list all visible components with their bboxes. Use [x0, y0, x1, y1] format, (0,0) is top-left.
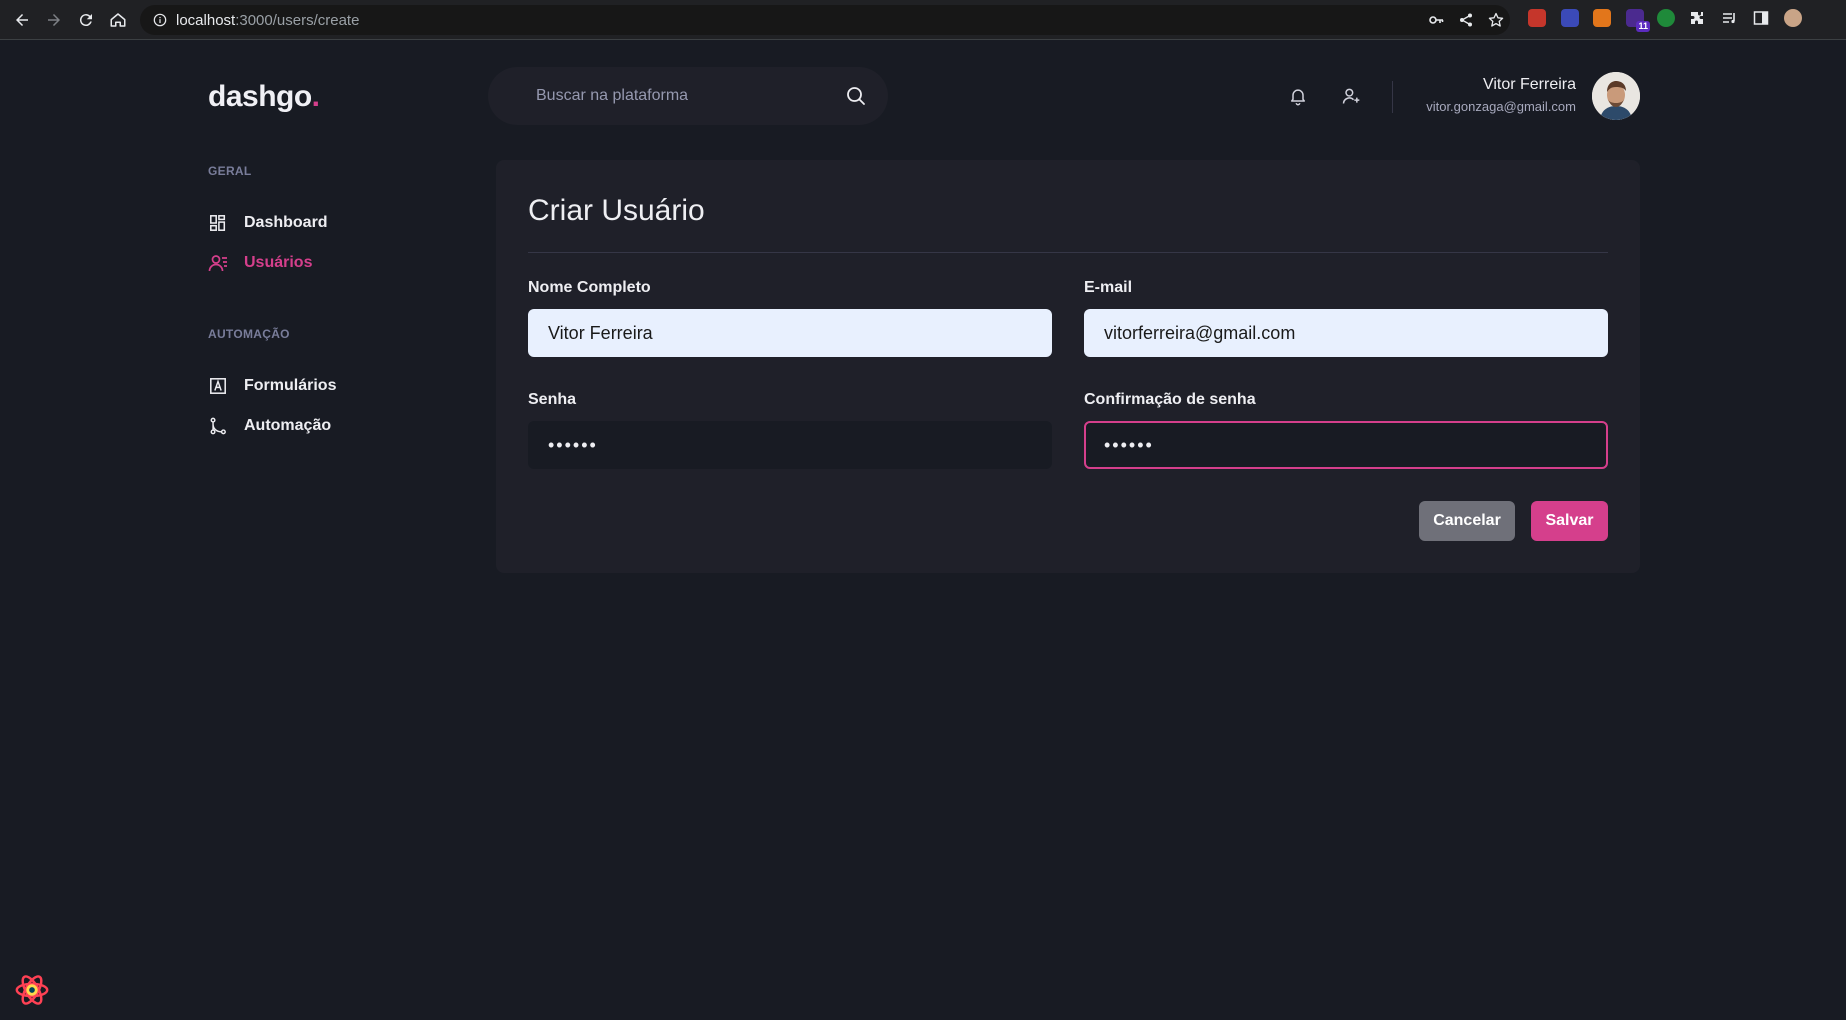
notification-bell-icon[interactable] [1286, 84, 1310, 108]
reading-list-icon[interactable] [1720, 9, 1738, 27]
url-text: localhost:3000/users/create [176, 12, 359, 29]
avatar[interactable] [1592, 72, 1640, 120]
search-bar[interactable] [488, 67, 888, 125]
email-label: E-mail [1084, 279, 1133, 296]
git-merge-icon [208, 416, 228, 436]
extension-4-icon[interactable]: 11 [1626, 9, 1650, 32]
sidebar-item-label: Automação [244, 417, 332, 434]
logo-dot: . [311, 80, 320, 113]
browser-toolbar: localhost:3000/users/create 11 [0, 0, 1846, 40]
form-icon [208, 376, 228, 396]
address-bar[interactable]: localhost:3000/users/create [140, 5, 1510, 35]
logo-text: dashgo [208, 80, 312, 113]
password-confirmation-field[interactable] [1084, 421, 1608, 469]
save-button[interactable]: Salvar [1531, 501, 1608, 541]
header-divider [1392, 81, 1393, 113]
url-host: localhost [176, 11, 236, 29]
extensions-puzzle-icon[interactable] [1688, 9, 1706, 27]
search-icon[interactable] [846, 86, 866, 106]
extension-1-icon[interactable] [1528, 9, 1546, 27]
dashboard-icon [208, 213, 228, 233]
sidebar-item-label: Usuários [244, 254, 313, 271]
sidebar-item-label: Formulários [244, 377, 337, 394]
users-icon [208, 253, 228, 273]
forward-icon[interactable] [42, 8, 66, 32]
logo: dashgo. [208, 80, 320, 114]
bookmark-star-icon[interactable] [1488, 12, 1504, 28]
user-name: Vitor Ferreira [1482, 76, 1576, 93]
password-field[interactable] [528, 421, 1052, 469]
extension-badge: 11 [1636, 21, 1650, 32]
react-query-devtools-icon[interactable] [12, 970, 52, 1010]
sidebar-item-dashboard[interactable]: Dashboard [208, 210, 328, 236]
password-confirmation-label: Confirmação de senha [1084, 391, 1256, 408]
extension-2-icon[interactable] [1561, 9, 1579, 27]
url-path: :3000/users/create [235, 11, 360, 29]
page-title: Criar Usuário [528, 194, 705, 227]
sidebar-item-label: Dashboard [244, 214, 328, 231]
email-field[interactable] [1084, 309, 1608, 357]
metamask-fox-icon[interactable] [1593, 9, 1611, 27]
back-icon[interactable] [10, 8, 34, 32]
name-label: Nome Completo [528, 279, 651, 296]
home-icon[interactable] [106, 8, 130, 32]
user-email: vitor.gonzaga@gmail.com [1426, 99, 1576, 114]
create-user-card: Criar Usuário Nome Completo E-mail Senha… [496, 160, 1640, 573]
sidebar-section-geral: GERAL [208, 164, 252, 178]
title-divider [528, 252, 1608, 253]
search-input[interactable] [536, 87, 846, 105]
cancel-button[interactable]: Cancelar [1419, 501, 1515, 541]
reload-icon[interactable] [74, 8, 98, 32]
sidebar-item-usuarios[interactable]: Usuários [208, 250, 312, 276]
sidebar-item-automacao[interactable]: Automação [208, 413, 331, 439]
sidebar-item-formularios[interactable]: Formulários [208, 373, 336, 399]
name-field[interactable] [528, 309, 1052, 357]
key-icon[interactable] [1428, 12, 1444, 28]
password-label: Senha [528, 391, 577, 408]
side-panel-icon[interactable] [1752, 9, 1770, 27]
share-icon[interactable] [1458, 12, 1474, 28]
profile-avatar-icon[interactable] [1784, 9, 1802, 27]
site-info-icon[interactable] [152, 12, 168, 28]
extension-5-icon[interactable] [1657, 9, 1675, 27]
add-user-icon[interactable] [1339, 84, 1363, 108]
sidebar-section-automacao: AUTOMAÇÃO [208, 327, 290, 341]
